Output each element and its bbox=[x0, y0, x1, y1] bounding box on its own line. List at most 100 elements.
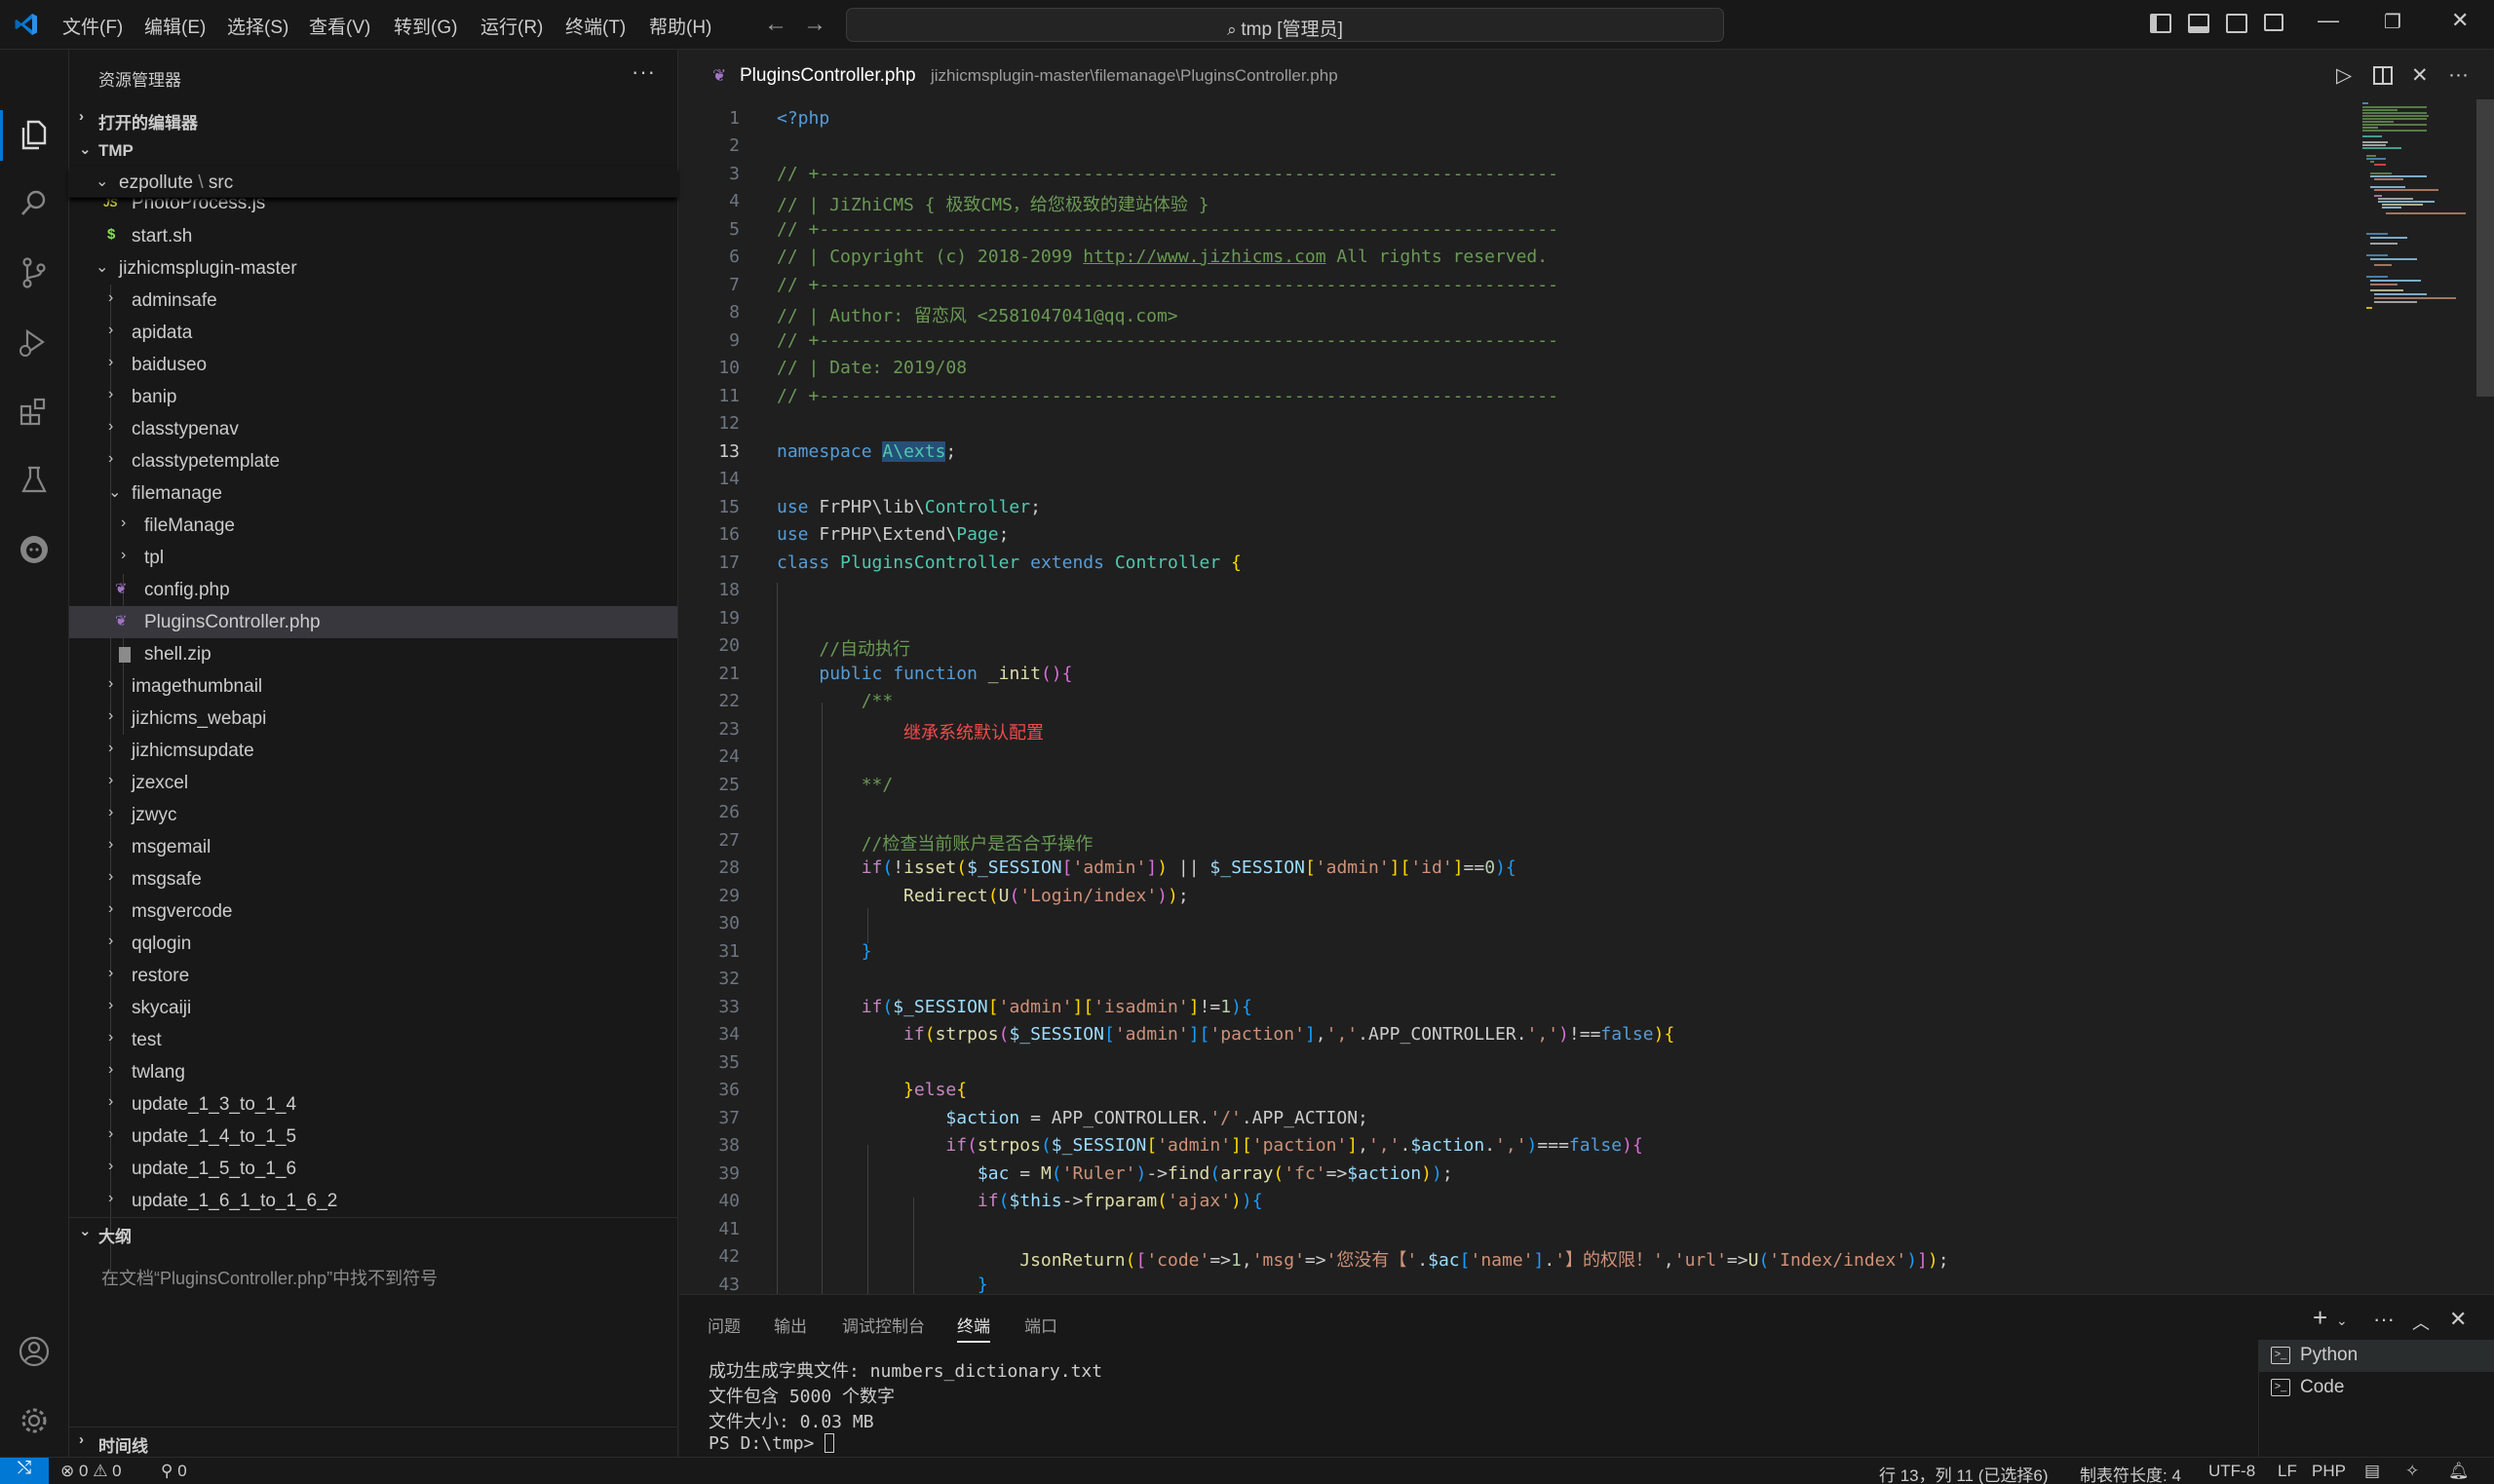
menu-edit[interactable]: 编辑(E) bbox=[144, 13, 206, 39]
sticky-folder-row[interactable]: ⌄ ezpollute \ src bbox=[69, 167, 677, 198]
tree-folder-test[interactable]: › test bbox=[69, 1024, 677, 1056]
toggle-secondary-sidebar-icon[interactable] bbox=[2226, 14, 2247, 33]
close-panel-icon[interactable]: ✕ bbox=[2449, 1307, 2467, 1332]
tab-size-indicator[interactable]: 制表符长度: 4 bbox=[2080, 1462, 2181, 1484]
tree-item-start-sh[interactable]: $ start.sh bbox=[69, 220, 677, 252]
tree-folder-jizhicmsplugin-master[interactable]: ⌄ jizhicmsplugin-master bbox=[69, 252, 677, 285]
tree-folder-classtypenav[interactable]: › classtypenav bbox=[69, 413, 677, 445]
chevron-right-icon: › bbox=[108, 997, 114, 1013]
tab-terminal[interactable]: 终端 bbox=[957, 1313, 990, 1343]
forward-arrow-icon[interactable]: → bbox=[803, 11, 826, 38]
tree-folder-banip[interactable]: › banip bbox=[69, 381, 677, 413]
terminal-prompt-line[interactable]: PS D:\tmp> bbox=[709, 1433, 835, 1454]
restore-icon[interactable]: ❐ bbox=[2384, 10, 2401, 34]
active-indicator bbox=[0, 110, 3, 161]
copilot-icon[interactable]: ✧ bbox=[2405, 1462, 2419, 1481]
tree-folder-qqlogin[interactable]: › qqlogin bbox=[69, 928, 677, 960]
section-workspace-tmp[interactable]: ⌄ TMP bbox=[69, 136, 677, 166]
language-indicator[interactable]: PHP bbox=[2312, 1462, 2346, 1481]
tab-output[interactable]: 输出 bbox=[774, 1313, 807, 1337]
code-line: 25 **/ bbox=[718, 775, 894, 795]
problems-indicator[interactable]: ⊗ 0 ⚠ 0 bbox=[60, 1462, 122, 1481]
tree-folder-msgemail[interactable]: › msgemail bbox=[69, 831, 677, 863]
search-icon[interactable] bbox=[16, 185, 53, 222]
maximize-panel-icon[interactable]: ︿ bbox=[2412, 1310, 2430, 1335]
toggle-primary-sidebar-icon[interactable] bbox=[2150, 14, 2171, 33]
menu-file[interactable]: 文件(F) bbox=[62, 13, 123, 39]
tree-folder-update-1-6-1-to-1-6-2[interactable]: › update_1_6_1_to_1_6_2 bbox=[69, 1185, 677, 1217]
tree-folder-jzwyc[interactable]: › jzwyc bbox=[69, 799, 677, 831]
customize-layout-icon[interactable] bbox=[2264, 14, 2283, 31]
cursor-position[interactable]: 行 13，列 11 (已选择6) bbox=[1879, 1462, 2049, 1484]
tree-folder-apidata[interactable]: › apidata bbox=[69, 317, 677, 349]
run-file-icon[interactable]: ▷ bbox=[2336, 63, 2352, 88]
file-lock-icon[interactable]: ▤ bbox=[2364, 1462, 2380, 1481]
menu-terminal[interactable]: 终端(T) bbox=[565, 13, 626, 39]
extensions-icon[interactable] bbox=[16, 393, 53, 430]
remote-indicator-icon[interactable]: ⤭ bbox=[0, 1458, 49, 1484]
tree-folder-filemanage[interactable]: ⌄ filemanage bbox=[69, 477, 677, 510]
minimap[interactable] bbox=[2359, 97, 2475, 351]
tree-item-pluginscontroller-php[interactable]: ❦ PluginsController.php bbox=[69, 606, 677, 638]
tree-folder-tpl[interactable]: › tpl bbox=[69, 542, 677, 574]
tab-debug-console[interactable]: 调试控制台 bbox=[842, 1313, 925, 1337]
tree-folder-jizhicms-webapi[interactable]: › jizhicms_webapi bbox=[69, 703, 677, 735]
tree-folder-imagethumbnail[interactable]: › imagethumbnail bbox=[69, 670, 677, 703]
tree-folder-update-1-4-to-1-5[interactable]: › update_1_4_to_1_5 bbox=[69, 1121, 677, 1153]
account-icon[interactable] bbox=[16, 1333, 53, 1370]
tree-folder-restore[interactable]: › restore bbox=[69, 960, 677, 992]
tree-item-shell-zip[interactable]: shell.zip bbox=[69, 638, 677, 670]
editor-more-actions-icon[interactable]: ··· bbox=[2448, 63, 2469, 87]
tree-folder-filemanage-sub[interactable]: › fileManage bbox=[69, 510, 677, 542]
editor-tab-title[interactable]: PluginsController.php bbox=[740, 65, 916, 87]
tree-folder-jzexcel[interactable]: › jzexcel bbox=[69, 767, 677, 799]
testing-icon[interactable] bbox=[16, 462, 53, 499]
menu-run[interactable]: 运行(R) bbox=[480, 13, 543, 39]
new-terminal-icon[interactable]: + bbox=[2313, 1303, 2327, 1333]
section-outline[interactable]: ⌄ 大纲 bbox=[69, 1217, 677, 1246]
settings-gear-icon[interactable] bbox=[16, 1402, 53, 1439]
explorer-icon[interactable] bbox=[16, 116, 53, 153]
editor-scrollbar[interactable] bbox=[2476, 99, 2494, 397]
back-arrow-icon[interactable]: ← bbox=[764, 11, 787, 38]
tree-folder-update-1-5-to-1-6[interactable]: › update_1_5_to_1_6 bbox=[69, 1153, 677, 1185]
chevron-down-icon[interactable]: ⌄ bbox=[2336, 1313, 2348, 1329]
tree-folder-adminsafe[interactable]: › adminsafe bbox=[69, 285, 677, 317]
tree-folder-msgsafe[interactable]: › msgsafe bbox=[69, 863, 677, 895]
menu-go[interactable]: 转到(G) bbox=[394, 13, 457, 39]
activity-bar bbox=[0, 50, 69, 1457]
minimize-icon[interactable]: — bbox=[2318, 8, 2339, 33]
code-editor[interactable]: 1 <?php 2 3// +--------------------------… bbox=[679, 105, 2494, 1294]
menu-help[interactable]: 帮助(H) bbox=[649, 13, 711, 39]
tree-folder-baiduseo[interactable]: › baiduseo bbox=[69, 349, 677, 381]
remote-explorer-icon[interactable] bbox=[16, 531, 53, 568]
tree-folder-update-1-3-to-1-4[interactable]: › update_1_3_to_1_4 bbox=[69, 1088, 677, 1121]
section-open-editors[interactable]: › 打开的编辑器 bbox=[69, 104, 677, 133]
encoding-indicator[interactable]: UTF-8 bbox=[2208, 1462, 2255, 1481]
close-window-icon[interactable]: ✕ bbox=[2451, 8, 2469, 33]
run-debug-icon[interactable] bbox=[16, 323, 53, 361]
terminal-item-code[interactable]: >_ Code bbox=[2259, 1372, 2494, 1404]
tree-folder-classtypetemplate[interactable]: › classtypetemplate bbox=[69, 445, 677, 477]
eol-indicator[interactable]: LF bbox=[2278, 1462, 2297, 1481]
toggle-panel-icon[interactable] bbox=[2188, 14, 2209, 33]
panel-more-actions-icon[interactable]: ··· bbox=[2373, 1307, 2395, 1332]
tab-ports[interactable]: 端口 bbox=[1024, 1313, 1057, 1337]
ports-indicator[interactable]: ⚲ 0 bbox=[161, 1462, 187, 1481]
terminal-item-python[interactable]: >_ Python bbox=[2259, 1340, 2494, 1372]
close-editor-icon[interactable]: ✕ bbox=[2411, 63, 2429, 88]
notifications-bell-icon[interactable]: 🔔︎ bbox=[2448, 1462, 2470, 1481]
menu-selection[interactable]: 选择(S) bbox=[227, 13, 288, 39]
tab-problems[interactable]: 问题 bbox=[708, 1313, 741, 1337]
tree-folder-jizhicmsupdate[interactable]: › jizhicmsupdate bbox=[69, 735, 677, 767]
tree-item-config-php[interactable]: ❦ config.php bbox=[69, 574, 677, 606]
tree-folder-twlang[interactable]: › twlang bbox=[69, 1056, 677, 1088]
tree-folder-msgvercode[interactable]: › msgvercode bbox=[69, 895, 677, 928]
tree-folder-skycaiji[interactable]: › skycaiji bbox=[69, 992, 677, 1024]
more-actions-icon[interactable]: ··· bbox=[632, 59, 656, 85]
split-editor-icon[interactable] bbox=[2373, 66, 2393, 85]
menu-view[interactable]: 查看(V) bbox=[309, 13, 370, 39]
section-timeline[interactable]: › 时间线 bbox=[69, 1427, 677, 1456]
source-control-icon[interactable] bbox=[16, 254, 53, 291]
command-center-search[interactable]: ⌕ tmp [管理员] bbox=[846, 8, 1724, 42]
